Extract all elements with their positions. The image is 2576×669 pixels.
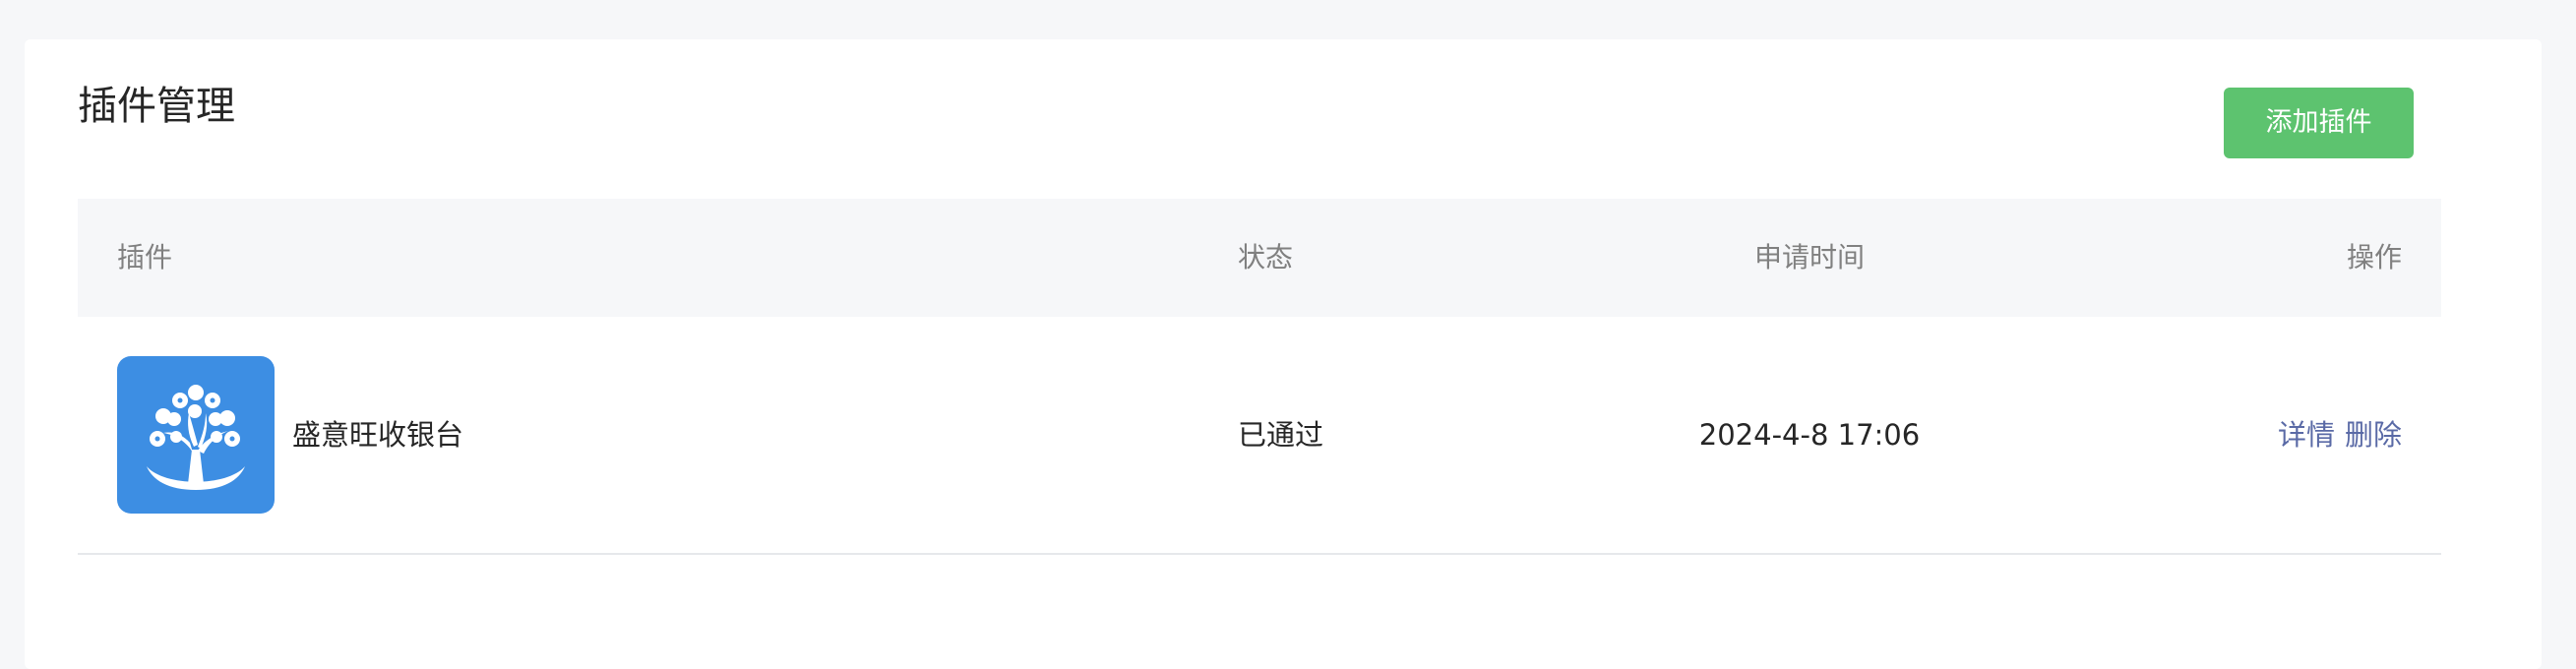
column-header-status: 状态 [1238,241,1294,274]
row-actions: 详情 删除 [2278,317,2402,553]
applied-time: 2024-4-8 17:06 [1698,418,1921,452]
column-header-applied-time: 申请时间 [1753,241,1865,274]
column-header-plugin: 插件 [117,241,173,274]
delete-link[interactable]: 删除 [2345,418,2402,452]
add-plugin-button[interactable]: 添加插件 [2224,88,2414,158]
plugin-table: 插件 状态 申请时间 操作 盛意旺收银台 已通过 2024-4-8 17:06 … [78,199,2441,555]
tree-logo-icon [117,356,275,514]
column-header-actions: 操作 [2346,241,2402,274]
plugin-name: 盛意旺收银台 [292,418,464,452]
details-link[interactable]: 详情 [2278,418,2335,452]
page-title: 插件管理 [78,84,235,129]
status-text: 已通过 [1238,418,1324,452]
table-header: 插件 状态 申请时间 操作 [78,199,2441,317]
table-row: 盛意旺收银台 已通过 2024-4-8 17:06 详情 删除 [78,317,2441,555]
